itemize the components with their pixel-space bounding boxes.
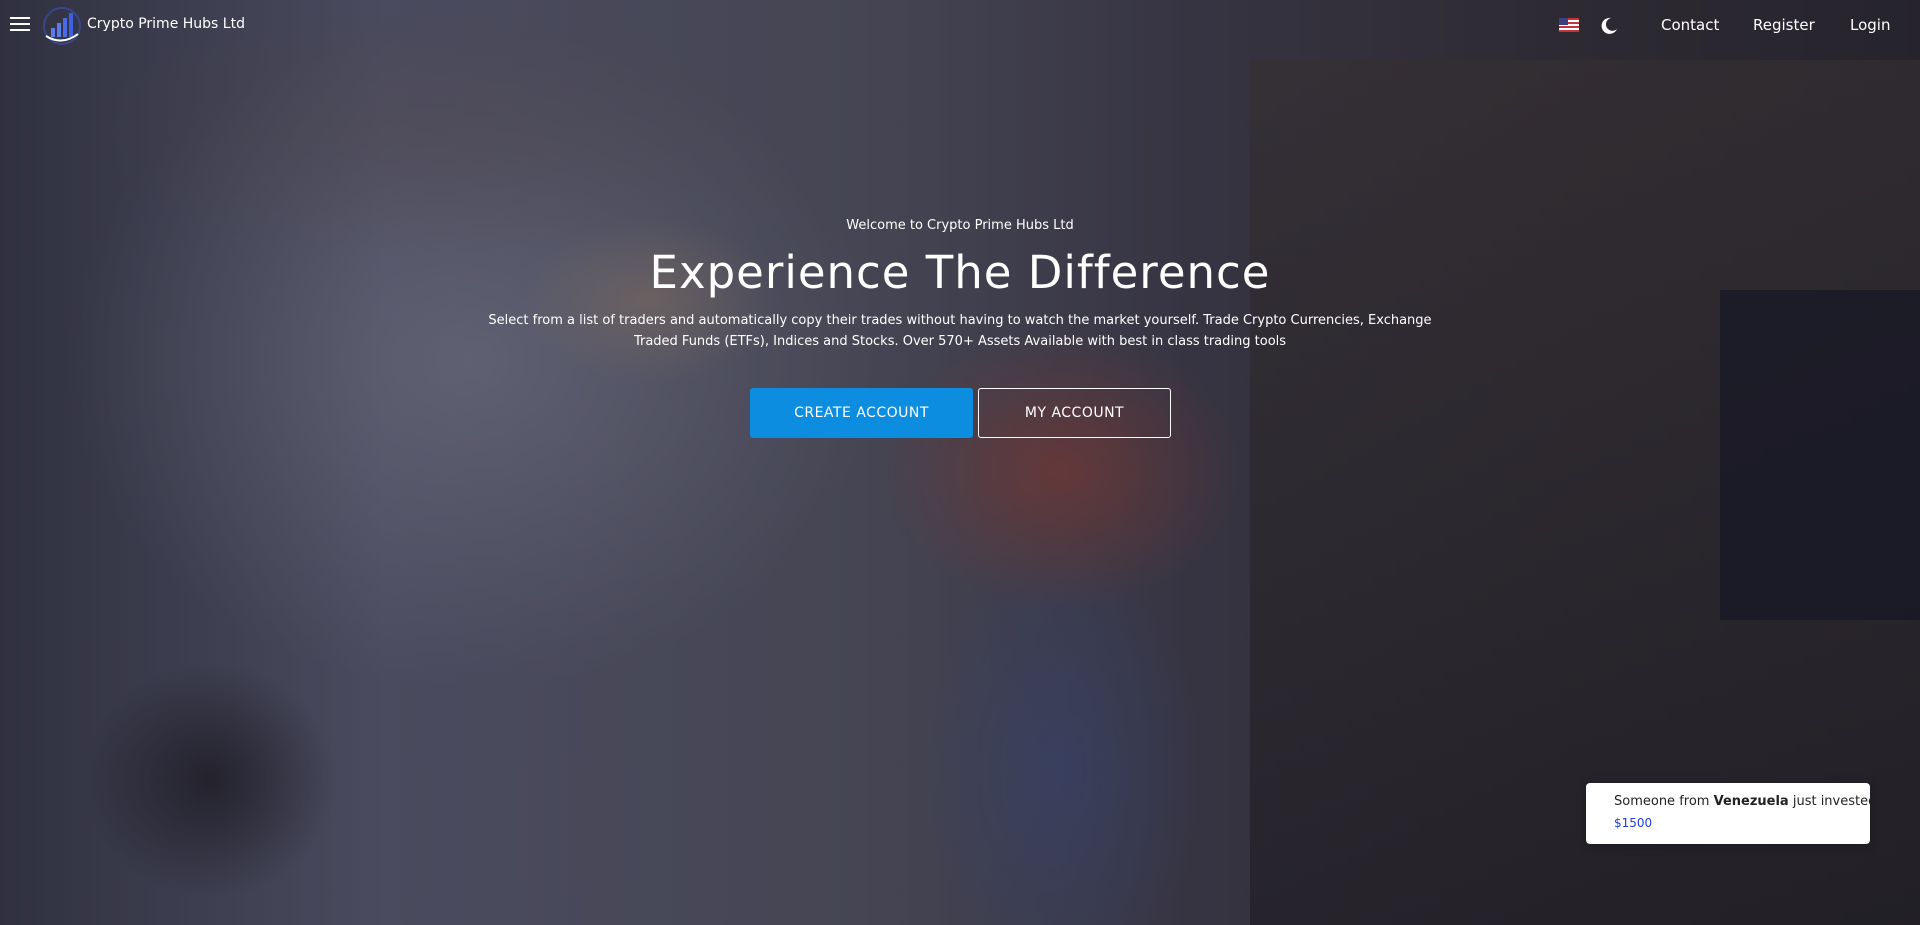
hero-headline: Experience The Difference (649, 246, 1271, 299)
welcome-text: Welcome to Crypto Prime Hubs Ltd (846, 218, 1074, 233)
create-account-button[interactable]: CREATE ACCOUNT (750, 388, 973, 438)
my-account-button[interactable]: MY ACCOUNT (978, 388, 1171, 438)
nav-login-link[interactable]: Login (1850, 16, 1890, 34)
notification-message: Someone from Venezuela just invested (1614, 794, 1876, 809)
moon-icon[interactable] (1600, 17, 1618, 35)
notification-prefix: Someone from (1614, 794, 1710, 809)
navbar: Crypto Prime Hubs Ltd Contact Register L… (0, 0, 1920, 52)
notification-suffix: just invested (1792, 794, 1877, 809)
hamburger-menu-icon[interactable] (10, 17, 30, 33)
notification-country: Venezuela (1713, 794, 1789, 809)
nav-contact-link[interactable]: Contact (1661, 16, 1719, 34)
brand-name[interactable]: Crypto Prime Hubs Ltd (87, 16, 245, 32)
logo-icon[interactable] (42, 6, 82, 46)
investment-notification: Someone from Venezuela just invested $15… (1586, 783, 1876, 844)
hero-description: Select from a list of traders and automa… (488, 313, 1432, 349)
nav-register-link[interactable]: Register (1753, 16, 1815, 34)
notification-amount: $1500 (1614, 816, 1653, 830)
us-flag-icon[interactable] (1559, 18, 1579, 32)
